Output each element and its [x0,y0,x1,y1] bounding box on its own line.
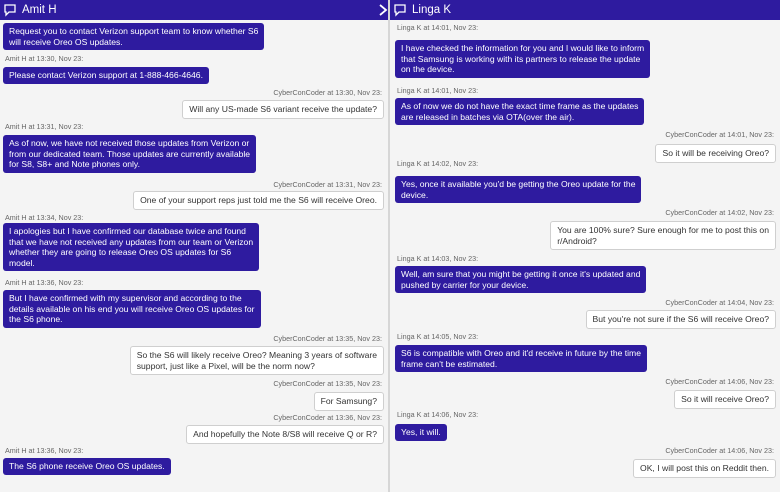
agent-message-bubble: But I have confirmed with my supervisor … [3,290,261,328]
message-text-line: that we have not received any updates fr… [9,236,254,247]
message-text-line: from our dedicated team. Those updates a… [9,148,251,159]
message-text-line: will receive Oreo OS updates. [9,36,123,47]
message-timestamp: Amit H at 13:30, Nov 23: [5,54,84,63]
message-text-line: As of now we do not have the exact time … [401,101,639,111]
message-text-line: Request you to contact Verizon support t… [9,26,259,36]
right-chat-panel: Linga K Linga K at 14:01, Nov 23: I have … [390,0,780,492]
user-message-bubble: So the S6 will likely receive Oreo? Mean… [129,346,384,376]
message-text-line: Yes, once it available you'd be getting … [401,179,636,189]
agent-message-bubble: The S6 phone receive Oreo OS updates. [3,458,171,475]
agent-message-bubble: Yes, once it available you'd be getting … [395,176,642,204]
agent-message-bubble: As of now we do not have the exact time … [395,98,645,126]
message-text-line: So it will receive Oreo? [681,394,769,404]
agent-message-bubble: Well, am sure that you might be getting … [395,266,647,294]
agent-message-bubble: I apologies but I have confirmed our dat… [3,223,260,272]
message-text-line: device. [401,189,429,200]
message-text-line: for S8, S8+ and Note phones only. [9,159,140,170]
message-timestamp: Amit H at 13:36, Nov 23: [5,446,84,455]
left-agent-name: Amit H [22,4,57,16]
message-text-line: that Samsung is working with its partner… [401,53,641,64]
message-timestamp: CyberConCoder at 13:31, Nov 23: [273,180,382,189]
message-timestamp: Linga K at 14:05, Nov 23: [397,332,479,341]
user-message-bubble: One of your support reps just told me th… [133,191,384,210]
user-message-bubble: And hopefully the Note 8/S8 will receive… [186,425,384,444]
message-text-line: As of now, we have not received those up… [9,138,250,148]
user-message-bubble: So it will be receiving Oreo? [655,144,776,163]
message-text-line: pushed by carrier for your device. [401,279,529,290]
message-timestamp: Amit H at 13:34, Nov 23: [5,213,84,222]
message-text-line: frame can't be estimated. [401,358,498,369]
message-text-line: Yes, it will. [401,427,441,437]
message-timestamp: Amit H at 13:36, Nov 23: [5,278,84,287]
message-text-line: I apologies but I have confirmed our dat… [9,226,246,236]
right-chat-header: Linga K [390,0,780,20]
message-timestamp: CyberConCoder at 14:04, Nov 23: [665,298,774,307]
message-timestamp: Amit H at 13:31, Nov 23: [5,122,84,131]
message-text-line: I have checked the information for you a… [401,43,645,53]
user-message-bubble: For Samsung? [313,392,384,411]
agent-message-bubble: As of now, we have not received those up… [3,135,257,173]
message-timestamp: CyberConCoder at 13:35, Nov 23: [273,334,382,343]
chat-bubble-icon [4,4,16,17]
message-text-line: r/Android? [557,235,597,246]
message-timestamp: Linga K at 14:03, Nov 23: [397,254,479,263]
message-timestamp: Linga K at 14:01, Nov 23: [397,86,479,95]
message-text-line: But you're not sure if the S6 will recei… [592,314,769,324]
message-timestamp: CyberConCoder at 14:06, Nov 23: [665,446,774,455]
agent-message-bubble: Yes, it will. [395,424,447,441]
user-message-bubble: You are 100% sure? Sure enough for me to… [550,221,776,251]
message-text-line: Will any US-made S6 variant receive the … [189,104,377,114]
message-text-line: the S6 phone. [9,314,63,325]
chat-bubble-icon [394,4,406,17]
message-text-line: OK, I will post this on Reddit then. [640,463,769,473]
user-message-bubble: OK, I will post this on Reddit then. [633,459,776,478]
message-text-line: Please contact Verizon support at 1-888-… [9,70,203,80]
message-text-line: So the S6 will likely receive Oreo? Mean… [136,350,377,360]
agent-message-bubble: I have checked the information for you a… [395,40,651,78]
message-timestamp: Linga K at 14:06, Nov 23: [397,410,479,419]
message-timestamp: CyberConCoder at 14:06, Nov 23: [665,377,774,386]
message-timestamp: CyberConCoder at 13:35, Nov 23: [273,379,382,388]
message-text-line: You are 100% sure? Sure enough for me to… [557,225,769,235]
message-text-line: whether they are going to release Oreo O… [9,247,232,258]
message-timestamp: CyberConCoder at 13:30, Nov 23: [273,88,382,97]
message-text-line: For Samsung? [320,396,377,406]
agent-message-bubble: Request you to contact Verizon support t… [3,23,265,51]
right-agent-name: Linga K [412,4,452,16]
user-message-bubble: So it will receive Oreo? [674,390,776,409]
message-text-line: model. [9,257,35,268]
message-text-line: are released in batches via OTA(over the… [401,111,575,122]
left-chat-panel: Amit H Request you to contact Verizon su… [0,0,388,492]
message-text-line: details available on his end you will re… [9,303,255,314]
message-text-line: One of your support reps just told me th… [140,195,377,205]
message-text-line: But I have confirmed with my supervisor … [9,293,242,303]
message-text-line: Well, am sure that you might be getting … [401,269,641,279]
user-message-bubble: But you're not sure if the S6 will recei… [585,310,776,329]
message-text-line: S6 is compatible with Oreo and it'd rece… [401,348,641,358]
left-chat-header: Amit H [0,0,388,20]
message-text-line: And hopefully the Note 8/S8 will receive… [193,429,377,439]
message-timestamp: CyberConCoder at 14:02, Nov 23: [665,208,774,217]
message-text-line: support, just like a Pixel, will be the … [136,360,315,371]
message-timestamp: CyberConCoder at 14:01, Nov 23: [665,130,774,139]
message-timestamp: Linga K at 14:01, Nov 23: [397,23,479,32]
agent-message-bubble: S6 is compatible with Oreo and it'd rece… [395,345,647,373]
message-timestamp: CyberConCoder at 13:36, Nov 23: [273,413,382,422]
message-text-line: The S6 phone receive Oreo OS updates. [9,461,165,471]
message-timestamp: Linga K at 14:02, Nov 23: [397,159,479,168]
agent-message-bubble: Please contact Verizon support at 1-888-… [3,67,209,84]
chevron-right-icon[interactable] [377,3,388,17]
user-message-bubble: Will any US-made S6 variant receive the … [182,100,384,119]
message-text-line: on the device. [401,64,455,75]
message-text-line: So it will be receiving Oreo? [662,148,769,158]
